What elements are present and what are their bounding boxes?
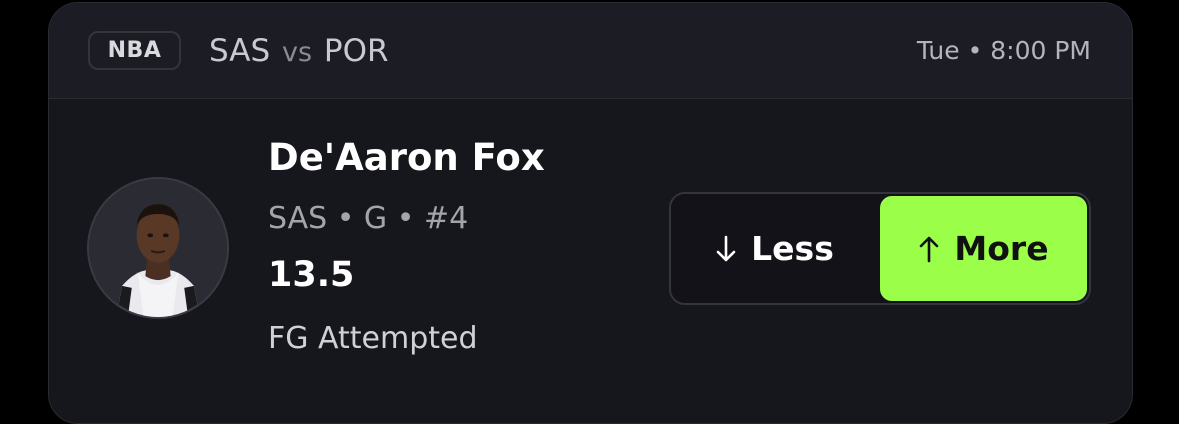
pick-selector: Less More — [669, 192, 1091, 305]
player-meta: SAS • G • #4 — [268, 201, 469, 236]
less-label: Less — [751, 229, 834, 268]
more-button[interactable]: More — [880, 196, 1087, 301]
projection-card[interactable]: NBA SAS vs POR Tue • 8:00 PM De'Aaron Fo… — [48, 2, 1133, 424]
more-label: More — [954, 229, 1049, 268]
projection-line: 13.5 — [268, 255, 355, 295]
matchup: SAS vs POR — [209, 33, 389, 69]
vs-label: vs — [282, 37, 313, 68]
stat-type: FG Attempted — [268, 321, 478, 356]
less-button[interactable]: Less — [671, 194, 878, 303]
player-headshot-icon — [89, 179, 227, 317]
league-badge: NBA — [88, 31, 181, 70]
arrow-down-icon — [716, 235, 736, 261]
arrow-up-icon — [920, 236, 939, 262]
home-team: SAS — [209, 33, 271, 69]
player-avatar — [87, 177, 229, 319]
away-team: POR — [323, 33, 389, 69]
game-time: Tue • 8:00 PM — [916, 36, 1091, 65]
card-header: NBA SAS vs POR Tue • 8:00 PM — [49, 3, 1132, 99]
player-name: De'Aaron Fox — [268, 136, 545, 179]
